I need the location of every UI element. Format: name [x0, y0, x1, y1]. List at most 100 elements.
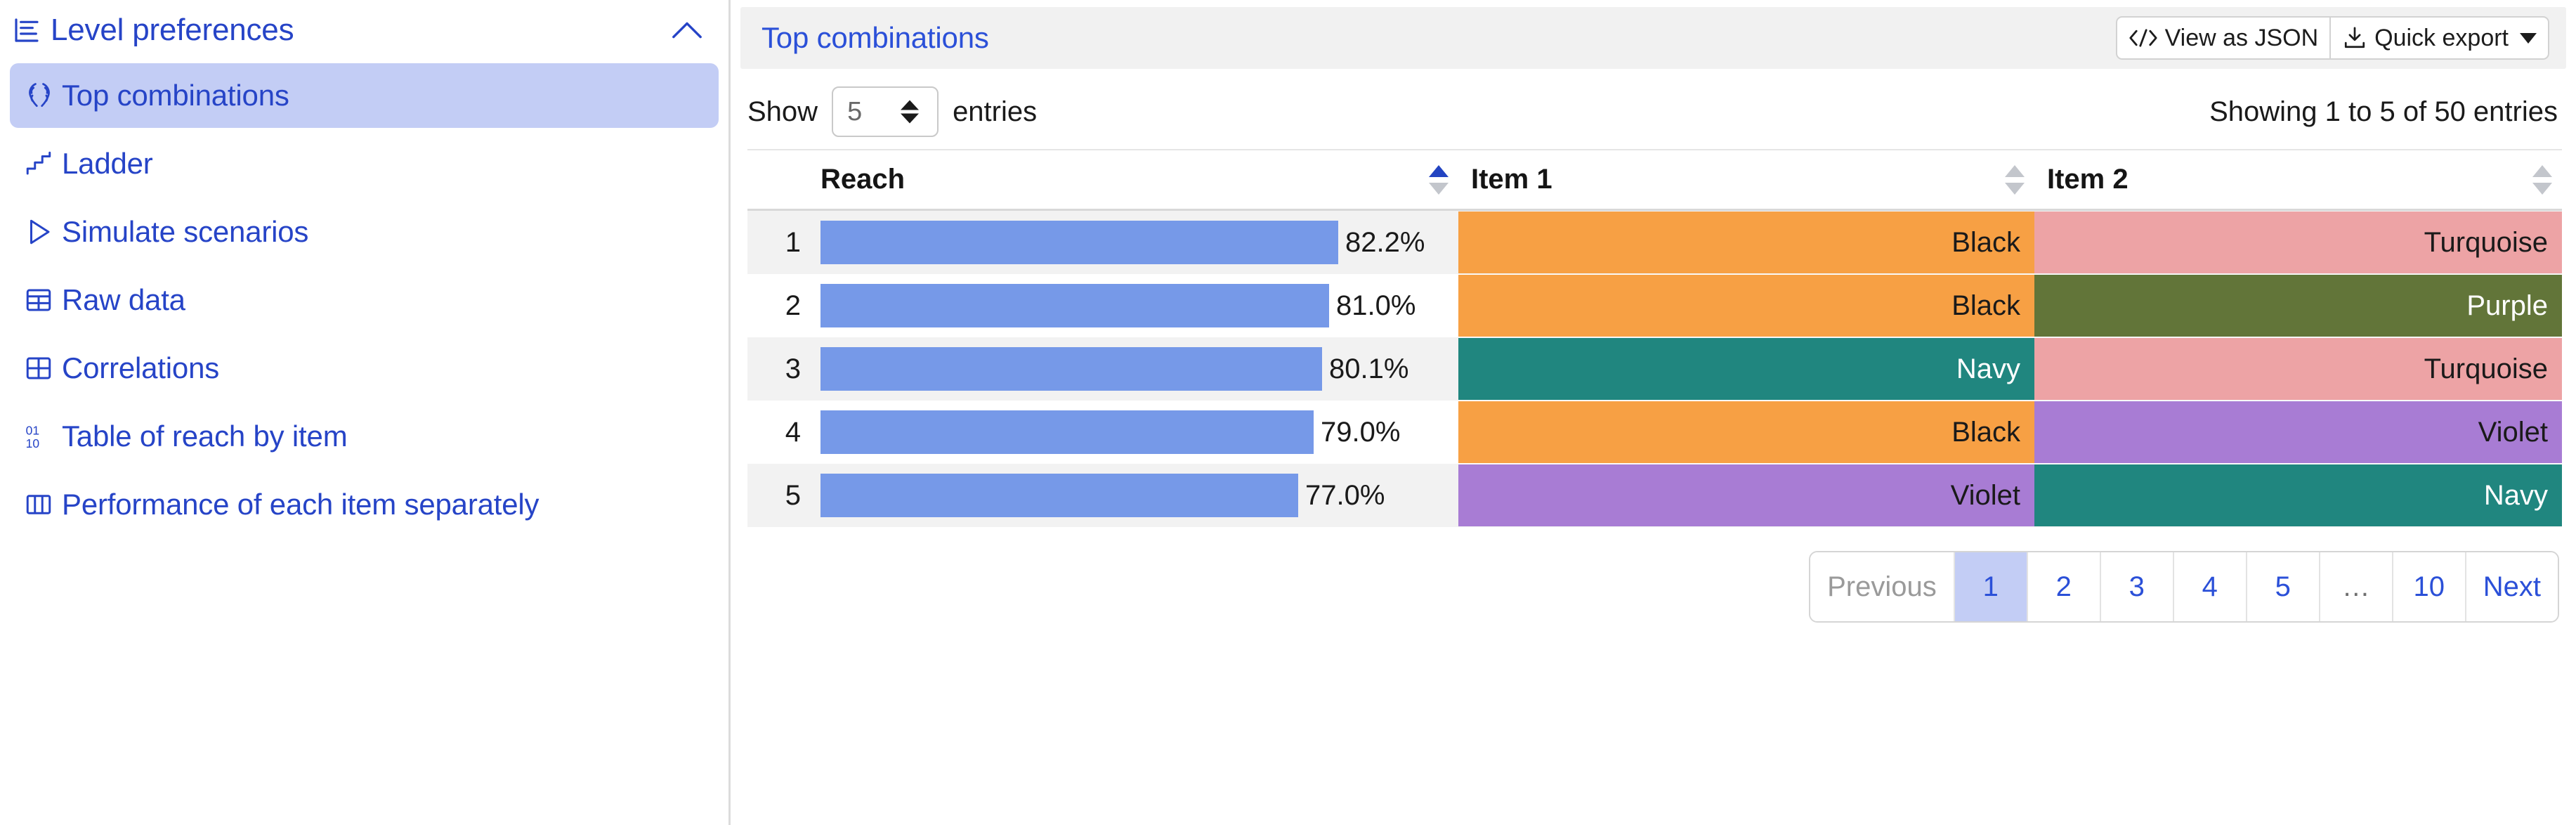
table-row[interactable]: 3 80.1% Navy Turquoise — [747, 337, 2562, 401]
sidebar-item-top-combinations[interactable]: Top combinations — [10, 63, 719, 128]
main-panel: Top combinations View as JSON Quick expo… — [731, 0, 2576, 825]
page-size-select[interactable]: 5 — [832, 86, 939, 137]
sidebar-nav: Top combinations Ladder Simulate scenari… — [0, 63, 728, 537]
cell-reach: 1 82.2% — [747, 211, 1458, 274]
sidebar-header-title: Level preferences — [51, 13, 294, 47]
cell-item-2: Turquoise — [2034, 338, 2562, 400]
cell-item-2: Navy — [2034, 465, 2562, 526]
pagination-wrapper: Previous 1 2 3 4 5 … 10 Next — [731, 527, 2576, 623]
list-align-icon — [13, 15, 41, 45]
table-grid-icon — [24, 285, 56, 315]
pagination-page-2[interactable]: 2 — [2027, 552, 2101, 621]
pagination-ellipsis: … — [2320, 552, 2393, 621]
row-rank: 3 — [785, 353, 801, 384]
sort-indicator-item-2[interactable] — [2532, 164, 2552, 195]
pagination: Previous 1 2 3 4 5 … 10 Next — [1809, 551, 2559, 623]
sort-indicator-reach[interactable] — [1429, 164, 1449, 195]
row-rank: 2 — [785, 290, 801, 321]
column-header-label: Reach — [820, 164, 905, 195]
sidebar-item-label: Raw data — [62, 283, 185, 316]
item-1-value: Violet — [1950, 479, 2020, 511]
columns-icon — [24, 490, 56, 519]
column-header-reach[interactable]: Reach — [747, 149, 1458, 211]
reach-value: 80.1% — [1329, 353, 1409, 384]
reach-bar-area: 80.1% — [820, 342, 1458, 396]
view-as-json-label: View as JSON — [2164, 24, 2319, 51]
reach-bar-area: 77.0% — [820, 468, 1458, 523]
sidebar-item-performance-of-each-item-separately[interactable]: Performance of each item separately — [10, 472, 719, 537]
table-row[interactable]: 5 77.0% Violet Navy — [747, 464, 2562, 527]
svg-text:01: 01 — [26, 423, 39, 437]
sidebar-item-label: Performance of each item separately — [62, 488, 540, 521]
sidebar-item-label: Table of reach by item — [62, 420, 348, 453]
code-brackets-icon — [2129, 27, 2158, 48]
view-as-json-button[interactable]: View as JSON — [2115, 16, 2331, 60]
reach-bar — [820, 410, 1314, 454]
cell-item-2: Purple — [2034, 275, 2562, 337]
top-combinations-table: Reach Item 1 Item 2 1 82.2% Black Turquo… — [731, 149, 2576, 527]
cell-reach: 4 79.0% — [747, 401, 1458, 464]
table-row[interactable]: 1 82.2% Black Turquoise — [747, 211, 2562, 274]
item-2-value: Navy — [2483, 479, 2548, 511]
sidebar-item-correlations[interactable]: Correlations — [10, 336, 719, 401]
item-1-value: Navy — [1956, 353, 2020, 384]
reach-value: 79.0% — [1321, 416, 1401, 448]
pagination-page-3[interactable]: 3 — [2100, 552, 2174, 621]
reach-bar-area: 79.0% — [820, 405, 1458, 460]
quick-export-button[interactable]: Quick export — [2330, 16, 2549, 60]
column-header-label: Item 2 — [2047, 164, 2129, 195]
stepper-arrows-icon — [901, 100, 920, 124]
pagination-page-1[interactable]: 1 — [1954, 552, 2028, 621]
reach-bar — [820, 221, 1338, 264]
action-button-group: View as JSON Quick export — [2115, 16, 2549, 60]
table-row[interactable]: 4 79.0% Black Violet — [747, 401, 2562, 464]
sidebar-item-simulate-scenarios[interactable]: Simulate scenarios — [10, 200, 719, 264]
sidebar-item-ladder[interactable]: Ladder — [10, 131, 719, 196]
page-size-value: 5 — [847, 96, 863, 126]
sidebar-item-table-of-reach-by-item[interactable]: 01 10 Table of reach by item — [10, 404, 719, 469]
cell-reach: 2 81.0% — [747, 274, 1458, 337]
sort-indicator-item-1[interactable] — [2005, 164, 2025, 195]
pagination-page-10[interactable]: 10 — [2393, 552, 2466, 621]
table-controls: Show 5 entries Showing 1 to 5 of 50 entr… — [731, 69, 2576, 139]
stairs-icon — [24, 149, 56, 178]
play-triangle-icon — [24, 217, 56, 247]
cell-item-1: Black — [1458, 401, 2034, 463]
pagination-page-4[interactable]: 4 — [2173, 552, 2247, 621]
sidebar-item-label: Top combinations — [62, 79, 289, 112]
column-header-item-1[interactable]: Item 1 — [1458, 149, 2034, 211]
item-2-value: Turquoise — [2424, 226, 2548, 258]
item-2-value: Turquoise — [2424, 353, 2548, 384]
reach-bar — [820, 284, 1329, 327]
item-1-value: Black — [1951, 416, 2020, 448]
item-1-value: Black — [1951, 290, 2020, 321]
chevron-up-icon[interactable] — [671, 20, 703, 41]
sidebar-item-label: Correlations — [62, 351, 220, 384]
sidebar-header[interactable]: Level preferences — [0, 0, 728, 60]
pagination-page-5[interactable]: 5 — [2247, 552, 2320, 621]
table-row[interactable]: 2 81.0% Black Purple — [747, 274, 2562, 337]
cell-reach: 5 77.0% — [747, 464, 1458, 527]
reach-bar — [820, 347, 1322, 391]
download-tray-icon — [2342, 26, 2367, 50]
binary-digits-icon: 01 10 — [24, 422, 56, 451]
row-rank: 1 — [785, 226, 801, 258]
sidebar-item-raw-data[interactable]: Raw data — [10, 268, 719, 332]
item-2-value: Violet — [2478, 416, 2548, 448]
reach-bar — [820, 474, 1298, 517]
app-root: Level preferences Top combinations Ladde… — [0, 0, 2576, 825]
table-body: 1 82.2% Black Turquoise 2 81.0% Black Pu… — [747, 211, 2562, 527]
row-rank: 5 — [785, 479, 801, 511]
quick-export-label: Quick export — [2374, 24, 2509, 51]
cell-item-1: Navy — [1458, 338, 2034, 400]
cell-reach: 3 80.1% — [747, 337, 1458, 401]
pagination-previous[interactable]: Previous — [1810, 552, 1955, 621]
pagination-next[interactable]: Next — [2466, 552, 2558, 621]
table-header-row: Reach Item 1 Item 2 — [747, 149, 2562, 211]
show-label: Show — [747, 96, 818, 127]
svg-text:10: 10 — [26, 436, 40, 450]
laurel-wreath-icon — [24, 80, 56, 111]
column-header-item-2[interactable]: Item 2 — [2034, 149, 2562, 211]
entries-label: entries — [953, 96, 1038, 127]
reach-value: 77.0% — [1305, 479, 1385, 511]
